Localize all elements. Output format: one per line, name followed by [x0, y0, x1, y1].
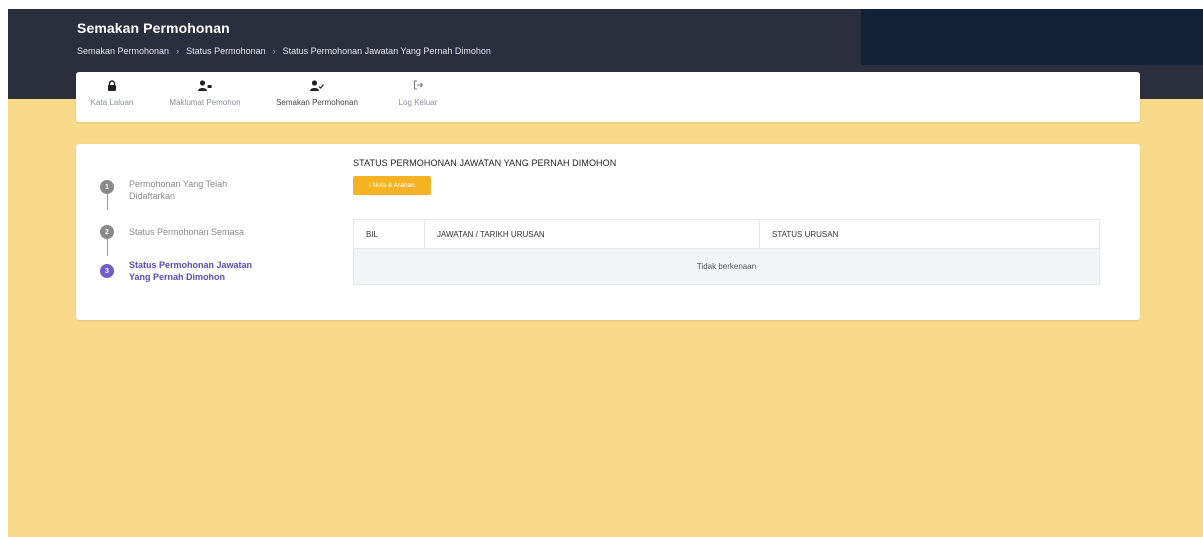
lock-icon: [107, 78, 117, 92]
step-2-status-semasa[interactable]: 2 Status Permohonan Semasa: [100, 225, 259, 239]
menu-label: Kata Laluan: [90, 98, 134, 107]
table-header-row: BIL JAWATAN / TARIKH URUSAN STATUS URUSA…: [353, 219, 1100, 249]
menu-label: Maklumat Pemohon: [169, 98, 241, 107]
step-1-permohonan-didaftarkan[interactable]: 1 Permohonan Yang Telah Didaftarkan: [100, 178, 259, 202]
top-menu: Kata Laluan Maklumat Pemohon Semakan Per…: [76, 72, 1140, 122]
step-label-1: Permohonan Yang Telah Didaftarkan: [129, 179, 228, 201]
step-badge-1: 1: [100, 180, 114, 194]
menu-item-log-keluar[interactable]: Log Keluar: [388, 78, 448, 107]
page-title: Semakan Permohonan: [77, 20, 230, 36]
section-title: STATUS PERMOHONAN JAWATAN YANG PERNAH DI…: [353, 158, 617, 168]
step-badge-2: 2: [100, 225, 114, 239]
breadcrumb-separator-icon: ›: [176, 46, 180, 56]
step-3-pernah-dimohon[interactable]: 3 Status Permohonan Jawatan Yang Pernah …: [100, 259, 259, 283]
breadcrumb-item-current: Status Permohonan Jawatan Yang Pernah Di…: [282, 46, 491, 56]
user-card-icon: [198, 78, 212, 92]
column-header-jawatan: JAWATAN / TARIKH URUSAN: [424, 219, 760, 249]
column-header-status: STATUS URUSAN: [759, 219, 1100, 249]
step-connector: [106, 239, 108, 256]
breadcrumb: Semakan Permohonan › Status Permohonan ›…: [77, 46, 491, 56]
step-badge-3: 3: [100, 264, 114, 278]
table-row: Tidak berkenaan: [353, 248, 1100, 285]
table-empty-message: Tidak berkenaan: [353, 248, 1100, 285]
breadcrumb-item-status[interactable]: Status Permohonan: [186, 46, 266, 56]
nota-arahan-button[interactable]: i Nota & Arahan: [353, 176, 431, 195]
menu-label: Log Keluar: [398, 98, 438, 107]
menu-item-maklumat-pemohon[interactable]: Maklumat Pemohon: [160, 78, 250, 107]
breadcrumb-item-semakan[interactable]: Semakan Permohonan: [77, 46, 169, 56]
menu-label: Semakan Permohonan: [276, 98, 358, 107]
step-label-2: Status Permohonan Semasa: [129, 227, 245, 237]
column-header-bil: BIL: [353, 219, 425, 249]
header-panel: [861, 9, 1203, 65]
content-card: 1 Permohonan Yang Telah Didaftarkan 2 St…: [76, 144, 1140, 320]
page-frame: Semakan Permohonan Semakan Permohonan › …: [8, 9, 1203, 537]
status-table: BIL JAWATAN / TARIKH URUSAN STATUS URUSA…: [353, 219, 1100, 285]
step-label-3: Status Permohonan Jawatan Yang Pernah Di…: [129, 260, 253, 282]
breadcrumb-separator-icon: ›: [272, 46, 276, 56]
menu-item-kata-laluan[interactable]: Kata Laluan: [82, 78, 142, 107]
user-check-icon: [310, 78, 324, 92]
logout-icon: [413, 78, 424, 92]
menu-item-semakan-permohonan[interactable]: Semakan Permohonan: [267, 78, 367, 107]
